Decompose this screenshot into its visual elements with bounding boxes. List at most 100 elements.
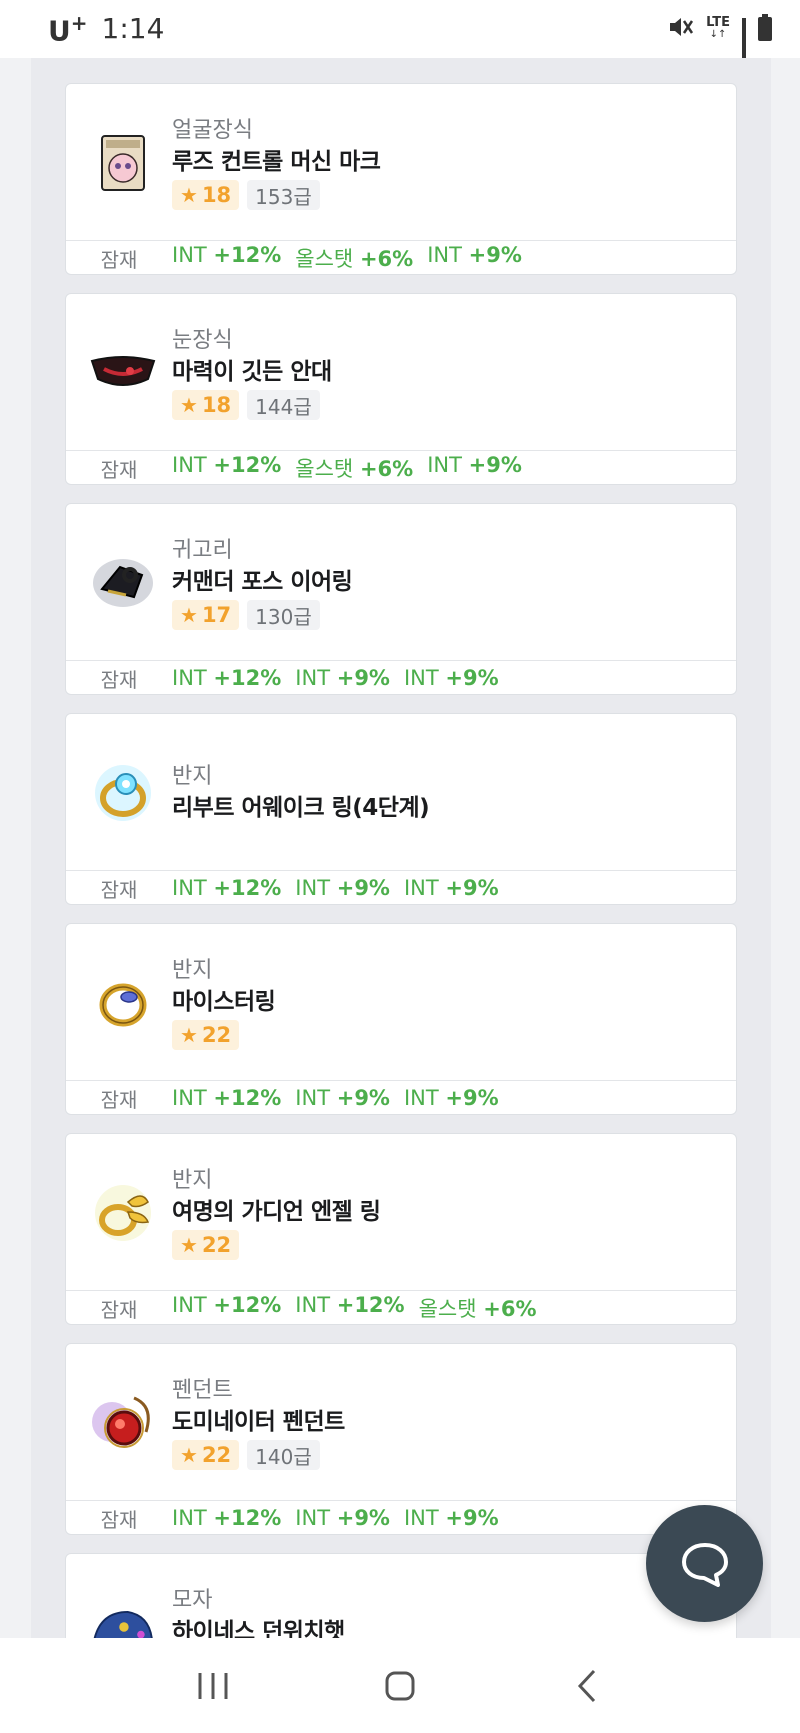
chat-bubble-icon (681, 1542, 728, 1587)
equipment-list: 얼굴장식 루즈 컨트롤 머신 마크 ★ 18 153급 잠재 INT +12% 올… (31, 58, 771, 1638)
clock: 1:14 (101, 12, 165, 46)
item-name: 루즈 컨트롤 머신 마크 (172, 149, 381, 175)
potential-option: INT +9% (403, 1506, 499, 1530)
ring-icon (90, 760, 156, 826)
star-icon: ★ (180, 603, 198, 627)
home-icon (385, 1671, 415, 1700)
item-card[interactable]: 펜던트 도미네이터 펜던트 ★ 22 140급 잠재 INT +12% INT +… (65, 1343, 737, 1535)
potential-values: INT +12% 올스탯 +6% INT +9% (172, 453, 522, 483)
potential-label: 잠재 (100, 1297, 138, 1322)
status-icons: LTE ↓↑ (668, 14, 772, 73)
item-badges: ★ 22 (172, 1020, 275, 1050)
recent-apps-icon (198, 1672, 228, 1699)
potential-label: 잠재 (100, 1507, 138, 1532)
level-badge: 140급 (247, 1440, 320, 1470)
potential-row: 잠재 INT +12% INT +12% 올스탯 +6% (66, 1290, 736, 1325)
item-summary: 반지 마이스터링 ★ 22 (66, 924, 736, 1080)
potential-option: INT +12% (172, 1506, 282, 1530)
chat-button[interactable] (646, 1505, 763, 1622)
ring-icon (90, 1180, 156, 1246)
item-category: 눈장식 (172, 328, 233, 353)
item-info: 반지 마이스터링 ★ 22 (172, 952, 276, 1050)
item-summary: 모자 하이네스 던위치햇 (66, 1554, 736, 1638)
potential-row: 잠재 INT +12% INT +9% INT +9% (66, 870, 736, 905)
item-info: 얼굴장식 루즈 컨트롤 머신 마크 ★ 18 153급 (172, 112, 381, 210)
star-icon: ★ (180, 1443, 198, 1467)
item-summary: 펜던트 도미네이터 펜던트 ★ 22 140급 (66, 1344, 736, 1500)
starforce-badge: ★ 18 (172, 180, 240, 210)
eye-accessory-icon (90, 340, 156, 406)
ring-icon (90, 970, 156, 1036)
system-nav-bar (0, 1638, 800, 1733)
home-button[interactable] (370, 1656, 430, 1716)
status-bar: U+ 1:14 LTE ↓↑ (0, 0, 800, 73)
item-info: 눈장식 마력이 깃든 안대 ★ 18 144급 (172, 322, 332, 420)
potential-option: INT +9% (295, 666, 390, 690)
mute-icon (668, 15, 694, 43)
level-badge: 130급 (247, 600, 320, 630)
item-name: 하이네스 던위치햇 (172, 1619, 345, 1638)
item-badges: ★ 17 130급 (172, 600, 352, 630)
item-card[interactable]: 반지 마이스터링 ★ 22 잠재 INT +12% INT +9% INT +9% (65, 923, 737, 1115)
item-summary: 반지 여명의 가디언 엔젤 링 ★ 22 (66, 1134, 736, 1290)
item-name: 여명의 가디언 엔젤 링 (172, 1199, 381, 1225)
potential-option: 올스탯 +6% (295, 247, 414, 271)
item-info: 귀고리 커맨더 포스 이어링 ★ 17 130급 (172, 532, 353, 630)
item-category: 얼굴장식 (172, 118, 253, 143)
potential-row: 잠재 INT +12% 올스탯 +6% INT +9% (66, 240, 736, 275)
item-name: 커맨더 포스 이어링 (172, 569, 353, 595)
item-card[interactable]: 얼굴장식 루즈 컨트롤 머신 마크 ★ 18 153급 잠재 INT +12% 올… (65, 83, 737, 275)
potential-option: INT +12% (172, 1086, 282, 1110)
item-info: 모자 하이네스 던위치햇 (172, 1582, 345, 1638)
hat-icon (90, 1594, 156, 1638)
potential-values: INT +12% INT +9% INT +9% (172, 1506, 499, 1530)
potential-option: INT +9% (295, 1086, 390, 1110)
item-card[interactable]: 눈장식 마력이 깃든 안대 ★ 18 144급 잠재 INT +12% 올스탯 +… (65, 293, 737, 485)
potential-label: 잠재 (100, 667, 138, 692)
potential-option: INT +12% (172, 876, 282, 900)
item-category: 펜던트 (172, 1378, 233, 1403)
item-summary: 반지 리부트 어웨이크 링(4단계) (66, 714, 736, 870)
potential-values: INT +12% INT +9% INT +9% (172, 876, 499, 900)
potential-option: INT +12% (172, 1293, 282, 1317)
back-button[interactable] (557, 1656, 617, 1716)
item-card[interactable]: 반지 여명의 가디언 엔젤 링 ★ 22 잠재 INT +12% INT +12%… (65, 1133, 737, 1325)
recent-apps-button[interactable] (183, 1656, 243, 1716)
item-card[interactable]: 반지 리부트 어웨이크 링(4단계) 잠재 INT +12% INT +9% I… (65, 713, 737, 905)
potential-option: INT +12% (172, 453, 282, 477)
item-card[interactable]: 모자 하이네스 던위치햇 (65, 1553, 737, 1638)
potential-option: INT +9% (403, 876, 499, 900)
potential-row: 잠재 INT +12% 올스탯 +6% INT +9% (66, 450, 736, 485)
item-category: 반지 (172, 764, 213, 789)
item-name: 마력이 깃든 안대 (172, 359, 332, 385)
potential-option: INT +12% (295, 1293, 405, 1317)
star-icon: ★ (180, 1023, 198, 1047)
back-icon (577, 1669, 595, 1702)
potential-option: INT +9% (295, 1506, 390, 1530)
equipment-scroll-area[interactable]: 얼굴장식 루즈 컨트롤 머신 마크 ★ 18 153급 잠재 INT +12% 올… (0, 58, 800, 1638)
item-category: 반지 (172, 1168, 213, 1193)
level-badge: 144급 (247, 390, 320, 420)
potential-option: INT +9% (427, 453, 522, 477)
potential-label: 잠재 (100, 877, 138, 902)
item-info: 반지 여명의 가디언 엔젤 링 ★ 22 (172, 1162, 381, 1260)
item-category: 귀고리 (172, 538, 233, 563)
item-summary: 눈장식 마력이 깃든 안대 ★ 18 144급 (66, 294, 736, 450)
potential-row: 잠재 INT +12% INT +9% INT +9% (66, 1500, 736, 1535)
potential-label: 잠재 (100, 457, 138, 482)
starforce-badge: ★ 18 (172, 390, 240, 420)
item-category: 모자 (172, 1588, 213, 1613)
item-summary: 귀고리 커맨더 포스 이어링 ★ 17 130급 (66, 504, 736, 660)
item-badges: ★ 22 140급 (172, 1440, 345, 1470)
starforce-badge: ★ 17 (172, 600, 240, 630)
item-summary: 얼굴장식 루즈 컨트롤 머신 마크 ★ 18 153급 (66, 84, 736, 240)
potential-values: INT +12% 올스탯 +6% INT +9% (172, 243, 522, 273)
potential-values: INT +12% INT +9% INT +9% (172, 1086, 499, 1110)
potential-label: 잠재 (100, 247, 138, 272)
pendant-icon (90, 1390, 156, 1456)
signal-icon (742, 18, 746, 73)
item-card[interactable]: 귀고리 커맨더 포스 이어링 ★ 17 130급 잠재 INT +12% INT … (65, 503, 737, 695)
item-badges: ★ 18 144급 (172, 390, 332, 420)
item-info: 펜던트 도미네이터 펜던트 ★ 22 140급 (172, 1372, 345, 1470)
item-name: 도미네이터 펜던트 (172, 1409, 345, 1435)
